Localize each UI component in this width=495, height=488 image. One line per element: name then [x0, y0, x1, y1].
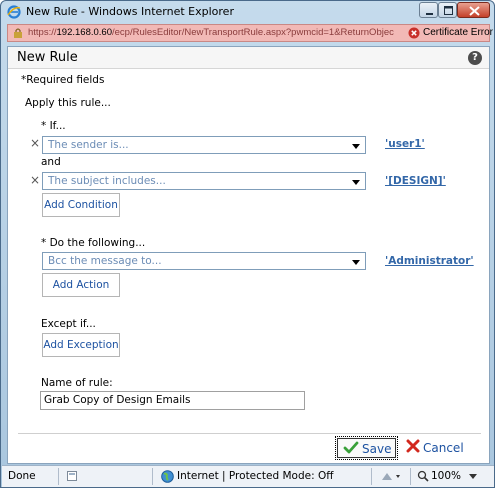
save-button-label: Save — [362, 442, 392, 456]
zoom-dropdown-icon[interactable] — [469, 474, 477, 480]
condition-1-value-link[interactable]: 'user1' — [385, 138, 425, 150]
action-1-select[interactable]: Bcc the message to... — [42, 252, 366, 270]
condition-1-select-value: The sender is... — [48, 139, 129, 151]
ie-window: New Rule - Windows Internet Explorer htt… — [0, 0, 495, 488]
condition-2-select[interactable]: The subject includes... — [42, 172, 366, 190]
page-icon — [67, 471, 77, 481]
and-label: and — [41, 156, 61, 168]
dropdown-arrow-icon — [352, 260, 360, 265]
rule-name-label: Name of rule: — [41, 377, 113, 389]
dropdown-arrow-icon — [352, 144, 360, 149]
cancel-x-icon — [406, 439, 420, 453]
status-bar: Done Internet | Protected Mode: Off 100% — [2, 465, 494, 487]
certificate-error-label[interactable]: Certificate Error — [423, 27, 493, 38]
https-lock-icon — [14, 28, 22, 38]
status-separator — [58, 468, 59, 485]
status-separator — [152, 468, 153, 485]
condition-2-value-link[interactable]: '[DESIGN]' — [385, 175, 446, 187]
dropdown-arrow-icon — [352, 180, 360, 185]
page-header: New Rule ? — [8, 47, 489, 69]
cancel-button-label: Cancel — [423, 441, 464, 455]
internet-explorer-icon — [7, 5, 21, 19]
cancel-button[interactable]: Cancel — [404, 436, 466, 460]
url-text: https://192.168.0.60/ecp/RulesEditor/New… — [28, 27, 394, 38]
apply-rule-label: Apply this rule... — [25, 97, 111, 109]
address-bar[interactable]: https://192.168.0.60/ecp/RulesEditor/New… — [7, 24, 493, 42]
status-separator — [410, 468, 411, 485]
required-fields-note: *Required fields — [21, 74, 105, 86]
rule-name-input[interactable]: Grab Copy of Design Emails — [40, 391, 305, 410]
title-bar: New Rule - Windows Internet Explorer — [1, 1, 494, 23]
action-1-select-value: Bcc the message to... — [48, 255, 162, 267]
certificate-error-icon[interactable] — [408, 27, 420, 39]
status-separator — [371, 468, 372, 485]
window-title: New Rule - Windows Internet Explorer — [26, 5, 234, 18]
save-button[interactable]: Save — [335, 436, 398, 460]
status-text: Done — [8, 470, 36, 482]
except-if-label: Except if... — [41, 318, 96, 330]
remove-condition-1-icon[interactable]: × — [30, 136, 40, 150]
if-label: * If... — [41, 120, 66, 132]
protected-mode-icon[interactable] — [380, 470, 404, 483]
close-window-button[interactable] — [457, 2, 490, 18]
checkmark-icon — [343, 441, 359, 454]
zoom-magnifier-icon — [417, 470, 429, 482]
action-1-value-link[interactable]: 'Administrator' — [385, 255, 474, 267]
page-title: New Rule — [17, 50, 78, 65]
condition-1-select[interactable]: The sender is... — [42, 136, 366, 154]
page-content: New Rule ? *Required fields Apply this r… — [7, 46, 490, 464]
internet-globe-icon — [161, 470, 174, 483]
zoom-level[interactable]: 100% — [431, 470, 461, 482]
condition-2-select-value: The subject includes... — [48, 175, 166, 187]
add-exception-button[interactable]: Add Exception — [42, 333, 120, 357]
add-condition-button[interactable]: Add Condition — [42, 193, 120, 217]
maximize-button[interactable] — [438, 2, 457, 18]
remove-condition-2-icon[interactable]: × — [30, 173, 40, 187]
add-action-button[interactable]: Add Action — [42, 273, 120, 297]
security-zone-text[interactable]: Internet | Protected Mode: Off — [177, 470, 333, 482]
footer-divider — [18, 433, 481, 434]
help-icon[interactable]: ? — [468, 51, 482, 65]
do-following-label: * Do the following... — [41, 237, 146, 249]
minimize-button[interactable] — [419, 2, 438, 18]
